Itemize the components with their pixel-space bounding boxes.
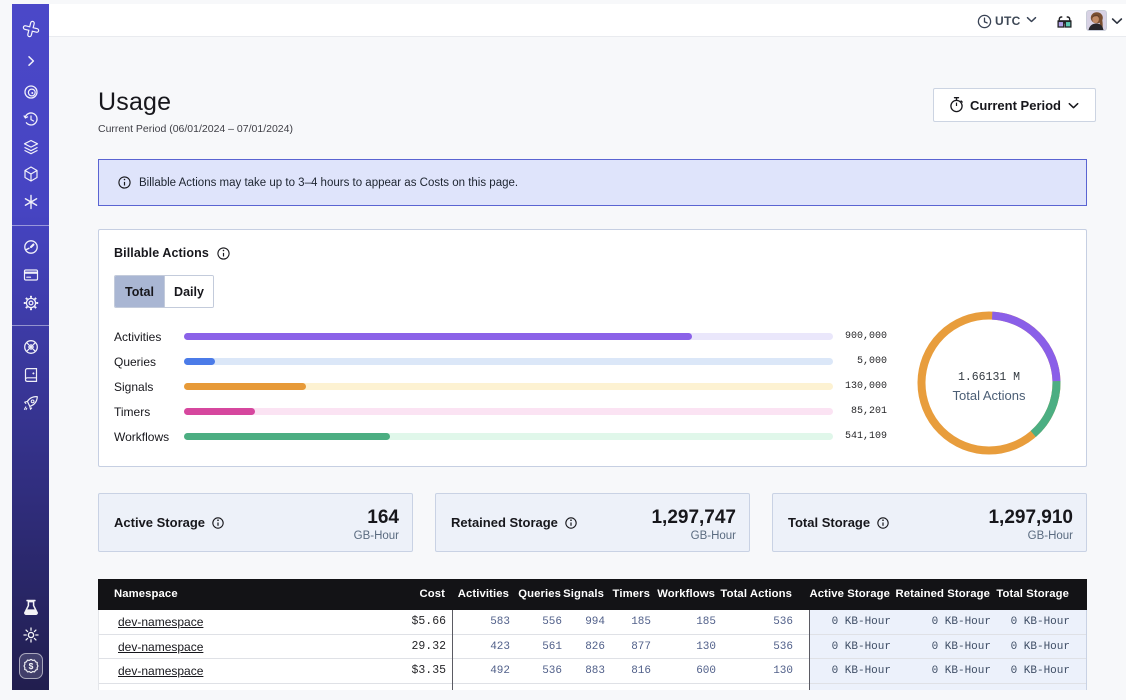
svg-text:$: $: [28, 661, 33, 671]
